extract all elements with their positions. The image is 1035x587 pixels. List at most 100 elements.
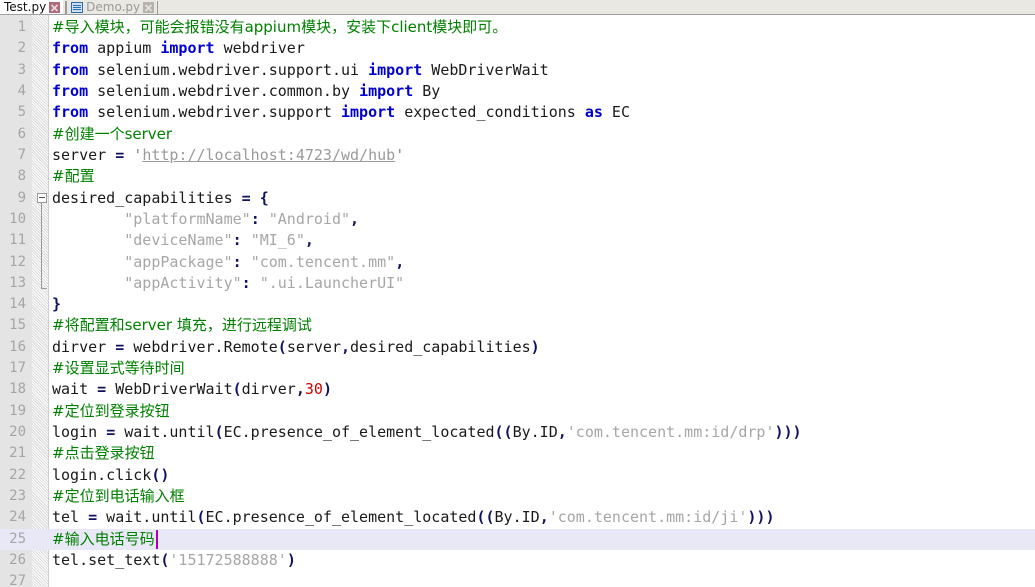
editor-tab-test-py[interactable]: Test.py [0, 0, 64, 14]
code-line[interactable]: 20 login = wait.until(EC.presence_of_elem… [0, 422, 1035, 443]
token-str: "com.tencent.mm" [250, 252, 396, 271]
code-line[interactable]: 5 from selenium.webdriver.support import … [0, 102, 1035, 123]
token-kw: import [341, 103, 396, 122]
code-text: "appActivity": ".ui.LauncherUI" [52, 273, 404, 294]
token-com: #定位到电话输入框 [52, 487, 185, 506]
code-line[interactable]: 21 #点击登录按钮 [0, 443, 1035, 464]
token-str: 'com.tencent.mm:id/drp' [566, 423, 775, 442]
code-line[interactable]: 14} [0, 294, 1035, 315]
token-plain: tel.set_text [52, 551, 161, 569]
token-kw: import [368, 60, 423, 79]
token-plain: By [413, 81, 441, 100]
token-pun: : [250, 209, 260, 228]
token-pun: ( [277, 337, 287, 356]
token-plain: wait.until [115, 423, 215, 442]
code-line[interactable]: 26 tel.set_text('15172588888') [0, 550, 1035, 571]
code-line[interactable]: 11 "deviceName": "MI_6", [0, 230, 1035, 251]
code-line[interactable]: 17 #设置显式等待时间 [0, 358, 1035, 379]
code-line[interactable]: 27 [0, 571, 1035, 587]
token-str: "appPackage" [124, 252, 233, 271]
code-text: server = 'http://localhost:4723/wd/hub' [52, 145, 404, 166]
line-number: 14 [9, 296, 26, 313]
code-line[interactable]: 7 server = 'http://localhost:4723/wd/hub' [0, 145, 1035, 166]
token-plain: webdriver [214, 39, 305, 58]
token-pun: () [151, 465, 170, 484]
code-text: login = wait.until(EC.presence_of_elemen… [52, 422, 802, 443]
line-number: 6 [17, 125, 26, 142]
code-line[interactable]: 1 #导入模块，可能会报错没有appium模块，安装下client模块即可。 [0, 17, 1035, 38]
token-pun: ) [286, 551, 296, 569]
token-plain: EC.presence_of_element_located [223, 423, 495, 442]
code-line[interactable]: 13 "appActivity": ".ui.LauncherUI" [0, 273, 1035, 294]
code-line[interactable]: 3 from selenium.webdriver.support.ui impo… [0, 60, 1035, 81]
code-line[interactable]: 18 wait = WebDriverWait(dirver,30) [0, 379, 1035, 400]
code-text: desired_capabilities = { [52, 188, 269, 209]
code-text: from selenium.webdriver.common.by import… [52, 81, 440, 102]
code-line[interactable]: 10 "platformName": "Android", [0, 209, 1035, 230]
code-line[interactable]: 9 desired_capabilities = { [0, 188, 1035, 209]
token-pun: ( [196, 508, 206, 527]
code-line[interactable]: 12 "appPackage": "com.tencent.mm", [0, 252, 1035, 273]
line-number: 5 [17, 104, 26, 121]
token-pun: : [241, 273, 251, 292]
token-com: #点击登录按钮 [52, 444, 155, 463]
code-line[interactable]: 23 #定位到电话输入框 [0, 486, 1035, 507]
code-text: tel.set_text('15172588888') [52, 550, 296, 571]
token-op: = [97, 380, 107, 399]
line-number: 17 [9, 360, 26, 377]
code-editor-area[interactable]: 1 #导入模块，可能会报错没有appium模块，安装下client模块即可。 2 fr… [0, 15, 1035, 587]
token-pun: , [350, 209, 360, 228]
code-line[interactable]: 19 #定位到登录按钮 [0, 401, 1035, 422]
close-icon[interactable] [143, 1, 155, 13]
token-plain: server [52, 145, 116, 164]
line-number: 1 [17, 19, 26, 35]
code-text: "deviceName": "MI_6", [52, 230, 314, 251]
token-plain: dirver [241, 380, 296, 399]
token-kw: from [52, 103, 89, 122]
token-plain: login.click [52, 465, 152, 484]
line-number: 3 [17, 61, 26, 78]
token-pun: , [557, 423, 567, 442]
code-line[interactable]: 2 from appium import webdriver [0, 38, 1035, 59]
token-pun: ( [214, 423, 224, 442]
line-number: 11 [9, 232, 26, 249]
token-com: #输入电话号码 [52, 529, 155, 548]
token-pun: ))) [747, 508, 775, 527]
line-number: 15 [9, 317, 26, 334]
code-text: tel = wait.until(EC.presence_of_element_… [52, 507, 775, 528]
token-plain: By.ID [494, 508, 540, 527]
editor-tab-demo-py[interactable]: Demo.py [67, 0, 158, 14]
editor-tab-label: Demo.py [86, 0, 141, 14]
code-line[interactable]: 16 dirver = webdriver.Remote(server,desir… [0, 337, 1035, 358]
token-str: '15172588888' [169, 551, 287, 569]
token-str: ".ui.LauncherUI" [259, 273, 405, 292]
code-line[interactable]: 22 login.click() [0, 465, 1035, 486]
token-plain: selenium.webdriver.support [88, 103, 341, 122]
tab-divider [157, 1, 159, 14]
token-kw: from [52, 39, 89, 58]
token-com: #设置显式等待时间 [52, 359, 185, 378]
code-text: } [52, 294, 61, 315]
code-line[interactable]: 25 #输入电话号码 [0, 528, 1035, 550]
close-icon[interactable] [49, 1, 61, 13]
token-pun: , [341, 337, 351, 356]
token-pun: (( [494, 423, 513, 442]
code-line[interactable]: 4 from selenium.webdriver.common.by impor… [0, 81, 1035, 102]
code-line[interactable]: 6 #创建一个server [0, 124, 1035, 145]
code-line[interactable]: 15 #将配置和server 填充，进行远程调试 [0, 315, 1035, 336]
token-str: "MI_6" [250, 231, 305, 250]
python-file-icon [71, 1, 84, 13]
code-fold-toggle-icon[interactable] [37, 192, 47, 203]
code-line[interactable]: 24 tel = wait.until(EC.presence_of_elemen… [0, 507, 1035, 528]
line-number: 8 [17, 168, 26, 185]
code-line[interactable]: 8 #配置 [0, 166, 1035, 187]
token-op: = [115, 145, 125, 164]
token-pun: ))) [774, 423, 802, 442]
